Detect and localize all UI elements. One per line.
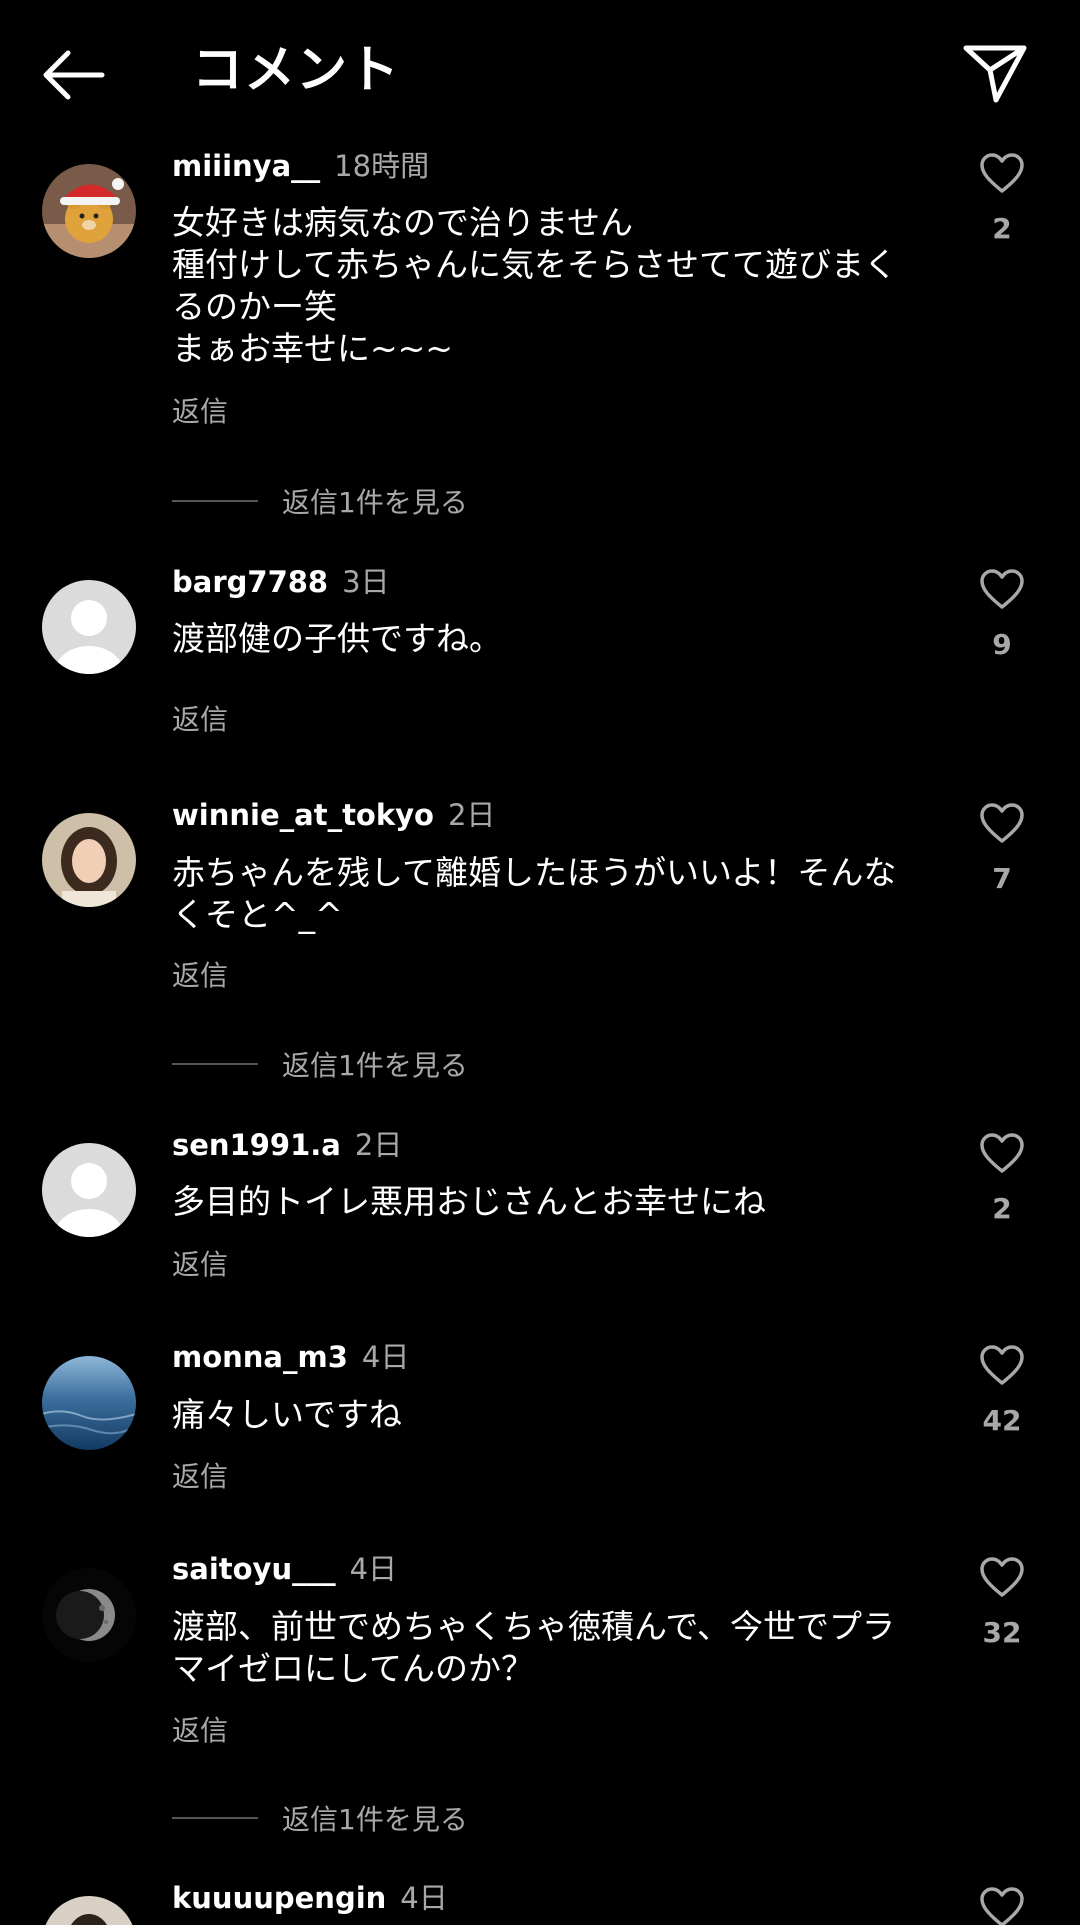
username[interactable]: saitoyu___ [172, 1552, 336, 1586]
reply-button[interactable]: 返信 [172, 1455, 228, 1495]
username[interactable]: winnie_at_tokyo [172, 798, 434, 832]
reply-button[interactable]: 返信 [172, 1243, 228, 1283]
user-line: saitoyu___ 4日 [172, 1549, 397, 1589]
timestamp: 18時間 [334, 149, 430, 183]
heart-icon[interactable] [979, 568, 1025, 610]
like-column: 2 [970, 1132, 1034, 1225]
view-replies-label: 返信1件を見る [282, 1803, 468, 1836]
avatar[interactable] [42, 1143, 136, 1237]
comment-text: 渡部健の子供ですね。 [172, 619, 502, 658]
view-replies-label: 返信1件を見る [282, 1049, 468, 1082]
heart-icon[interactable] [979, 1132, 1025, 1174]
user-line: barg7788 3日 [172, 562, 390, 602]
heart-icon[interactable] [979, 802, 1025, 844]
avatar[interactable] [42, 1896, 136, 1925]
like-count: 9 [992, 628, 1012, 661]
header: コメント [0, 0, 1080, 140]
like-count: 2 [992, 212, 1012, 245]
bear-avatar-icon [42, 164, 136, 258]
comment-text: 女好きは病気なので治りません 種付けして赤ちゃんに気をそらさせてて遊びまく るの… [172, 203, 898, 368]
default-avatar-icon [42, 1143, 136, 1237]
timestamp: 4日 [400, 1881, 448, 1915]
reply-button[interactable]: 返信 [172, 698, 228, 738]
back-arrow-icon[interactable] [38, 44, 108, 106]
comment-text: 痛々しいですね [172, 1395, 403, 1434]
avatar[interactable] [42, 813, 136, 907]
heart-icon[interactable] [979, 1344, 1025, 1386]
username[interactable]: barg7788 [172, 565, 328, 599]
avatar[interactable] [42, 164, 136, 258]
user-line: sen1991.a 2日 [172, 1125, 402, 1165]
view-replies-label: 返信1件を見る [282, 486, 468, 519]
heart-icon[interactable] [979, 152, 1025, 194]
like-column: 42 [970, 1344, 1034, 1437]
timestamp: 2日 [447, 798, 496, 832]
like-column: 2 [970, 152, 1034, 245]
timestamp: 2日 [354, 1128, 403, 1162]
user-line: monna_m3 4日 [172, 1337, 409, 1377]
woman-avatar-icon [42, 813, 136, 907]
heart-icon[interactable] [979, 1556, 1025, 1598]
view-replies-button[interactable]: 返信1件を見る [172, 1044, 468, 1084]
reply-button[interactable]: 返信 [172, 1709, 228, 1749]
ocean-avatar-icon [42, 1356, 136, 1450]
divider-line [172, 1063, 258, 1065]
timestamp: 4日 [361, 1340, 410, 1374]
comments-screen: コメント miiinya__ 18時間 女好きは病気なので治りません 種付けして… [0, 0, 1080, 1925]
user-line: miiinya__ 18時間 [172, 146, 429, 186]
comment-text: 多目的トイレ悪用おじさんとお幸せにね [172, 1182, 766, 1221]
view-replies-button[interactable]: 返信1件を見る [172, 481, 468, 521]
like-column: 7 [970, 802, 1034, 895]
username[interactable]: miiinya__ [172, 149, 320, 183]
timestamp: 3日 [342, 565, 390, 599]
user-line: kuuuupengin 4日 [172, 1878, 448, 1918]
like-count: 42 [982, 1404, 1022, 1437]
like-count: 7 [992, 862, 1012, 895]
man-avatar-icon [42, 1896, 136, 1925]
like-count: 2 [992, 1192, 1012, 1225]
view-replies-button[interactable]: 返信1件を見る [172, 1798, 468, 1838]
heart-icon[interactable] [979, 1886, 1025, 1925]
reply-button[interactable]: 返信 [172, 390, 228, 430]
divider-line [172, 500, 258, 502]
user-line: winnie_at_tokyo 2日 [172, 795, 495, 835]
moon-avatar-icon [42, 1568, 136, 1662]
timestamp: 4日 [349, 1552, 398, 1586]
like-count: 32 [982, 1616, 1022, 1649]
page-title: コメント [192, 41, 401, 100]
send-icon[interactable] [960, 40, 1030, 106]
like-column [970, 1886, 1034, 1925]
username[interactable]: monna_m3 [172, 1340, 348, 1374]
username[interactable]: kuuuupengin [172, 1881, 386, 1915]
comment-text: 渡部、前世でめちゃくちゃ徳積んで、今世でプラ マイゼロにしてんのか？ [172, 1607, 896, 1688]
like-column: 9 [970, 568, 1034, 661]
avatar[interactable] [42, 580, 136, 674]
default-avatar-icon [42, 580, 136, 674]
comment-text: 赤ちゃんを残して離婚したほうがいいよ！そんな くそと^_^ [172, 853, 897, 934]
reply-button[interactable]: 返信 [172, 954, 228, 994]
like-column: 32 [970, 1556, 1034, 1649]
avatar[interactable] [42, 1568, 136, 1662]
divider-line [172, 1817, 258, 1819]
avatar[interactable] [42, 1356, 136, 1450]
username[interactable]: sen1991.a [172, 1128, 341, 1162]
